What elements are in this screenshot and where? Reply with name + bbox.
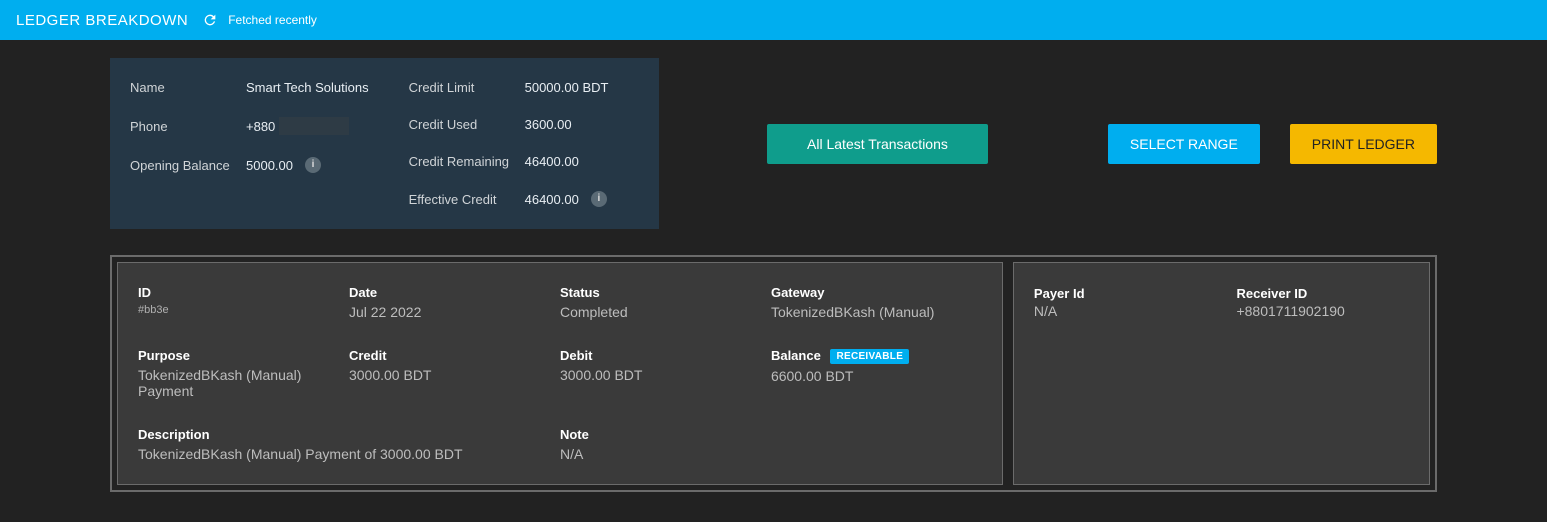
field-debit: Debit 3000.00 BDT <box>560 348 771 399</box>
field-debit-label: Debit <box>560 348 771 363</box>
summary-credit-remaining: Credit Remaining 46400.00 <box>409 154 635 169</box>
field-date-label: Date <box>349 285 560 300</box>
select-range-button[interactable]: SELECT RANGE <box>1108 124 1260 164</box>
summary-credit-used-value: 3600.00 <box>525 117 635 132</box>
summary-opening-balance-label: Opening Balance <box>130 158 246 173</box>
field-id-label: ID <box>138 285 349 300</box>
summary-credit-limit-value: 50000.00 BDT <box>525 80 635 95</box>
summary-credit-remaining-value: 46400.00 <box>525 154 635 169</box>
field-credit-value: 3000.00 BDT <box>349 367 560 383</box>
actions-area: All Latest Transactions SELECT RANGE PRI… <box>699 124 1437 164</box>
field-status-value: Completed <box>560 304 771 320</box>
phone-redacted-block <box>279 117 349 135</box>
summary-row: Name Smart Tech Solutions Phone +880 Ope… <box>110 58 1437 229</box>
field-description: Description TokenizedBKash (Manual) Paym… <box>138 427 560 462</box>
field-balance-label: Balance RECEIVABLE <box>771 348 982 364</box>
content: Name Smart Tech Solutions Phone +880 Ope… <box>0 40 1547 522</box>
field-balance: Balance RECEIVABLE 6600.00 BDT <box>771 348 982 399</box>
summary-name-value: Smart Tech Solutions <box>246 80 369 95</box>
print-ledger-button[interactable]: PRINT LEDGER <box>1290 124 1437 164</box>
fetch-status: Fetched recently <box>228 13 317 27</box>
parties-panel: Payer Id N/A Receiver ID +8801711902190 <box>1013 262 1430 485</box>
field-gateway: Gateway TokenizedBKash (Manual) <box>771 285 982 320</box>
refresh-icon[interactable] <box>202 12 218 28</box>
summary-phone-value: +880 <box>246 117 356 135</box>
details-wrap: ID #bb3e Date Jul 22 2022 Status Complet… <box>110 255 1437 492</box>
summary-credit-used-label: Credit Used <box>409 117 525 132</box>
transaction-row-2: Purpose TokenizedBKash (Manual) Payment … <box>138 348 982 399</box>
field-balance-label-text: Balance <box>771 348 821 363</box>
summary-name: Name Smart Tech Solutions <box>130 80 369 95</box>
summary-credit-limit-label: Credit Limit <box>409 80 525 95</box>
summary-phone-prefix: +880 <box>246 119 275 134</box>
field-payer: Payer Id N/A <box>1034 285 1207 319</box>
info-icon[interactable]: i <box>591 191 607 207</box>
summary-credit-remaining-label: Credit Remaining <box>409 154 525 169</box>
summary-opening-balance: Opening Balance 5000.00 i <box>130 157 369 173</box>
field-description-value: TokenizedBKash (Manual) Payment of 3000.… <box>138 446 560 462</box>
field-payer-label: Payer Id <box>1034 286 1085 301</box>
opening-balance-number: 5000.00 <box>246 158 293 173</box>
summary-effective-credit-label: Effective Credit <box>409 192 525 207</box>
field-note-value: N/A <box>560 446 771 462</box>
field-purpose-value: TokenizedBKash (Manual) Payment <box>138 367 349 399</box>
field-id-value: #bb3e <box>138 304 349 316</box>
page-title: LEDGER BREAKDOWN <box>16 12 188 29</box>
field-status: Status Completed <box>560 285 771 320</box>
info-icon[interactable]: i <box>305 157 321 173</box>
field-debit-value: 3000.00 BDT <box>560 367 771 383</box>
field-credit-label: Credit <box>349 348 560 363</box>
field-id: ID #bb3e <box>138 285 349 320</box>
field-spacer <box>771 427 982 462</box>
summary-effective-credit-value: 46400.00 i <box>525 191 635 207</box>
summary-col-right: Credit Limit 50000.00 BDT Credit Used 36… <box>409 80 635 207</box>
field-gateway-label: Gateway <box>771 285 982 300</box>
transaction-panel: ID #bb3e Date Jul 22 2022 Status Complet… <box>117 262 1003 485</box>
field-receiver-label: Receiver ID <box>1236 286 1307 301</box>
field-note-label: Note <box>560 427 771 442</box>
transaction-row-3: Description TokenizedBKash (Manual) Paym… <box>138 427 982 462</box>
summary-credit-used: Credit Used 3600.00 <box>409 117 635 132</box>
summary-name-label: Name <box>130 80 246 95</box>
header-bar: LEDGER BREAKDOWN Fetched recently <box>0 0 1547 40</box>
field-date-value: Jul 22 2022 <box>349 304 560 320</box>
field-receiver-value: +8801711902190 <box>1236 303 1409 319</box>
field-credit: Credit 3000.00 BDT <box>349 348 560 399</box>
field-purpose: Purpose TokenizedBKash (Manual) Payment <box>138 348 349 399</box>
summary-opening-balance-value: 5000.00 i <box>246 157 356 173</box>
field-description-label: Description <box>138 427 560 442</box>
field-date: Date Jul 22 2022 <box>349 285 560 320</box>
field-gateway-value: TokenizedBKash (Manual) <box>771 304 982 320</box>
all-latest-transactions-button[interactable]: All Latest Transactions <box>767 124 988 164</box>
field-receiver: Receiver ID +8801711902190 <box>1236 285 1409 319</box>
balance-badge: RECEIVABLE <box>830 349 909 364</box>
field-purpose-label: Purpose <box>138 348 349 363</box>
field-status-label: Status <box>560 285 771 300</box>
field-balance-value: 6600.00 BDT <box>771 368 982 384</box>
summary-card: Name Smart Tech Solutions Phone +880 Ope… <box>110 58 659 229</box>
summary-phone: Phone +880 <box>130 117 369 135</box>
parties-row: Payer Id N/A Receiver ID +8801711902190 <box>1034 285 1409 319</box>
effective-credit-number: 46400.00 <box>525 192 579 207</box>
transaction-row-1: ID #bb3e Date Jul 22 2022 Status Complet… <box>138 285 982 320</box>
field-payer-value: N/A <box>1034 303 1207 319</box>
field-note: Note N/A <box>560 427 771 462</box>
summary-phone-label: Phone <box>130 119 246 134</box>
summary-effective-credit: Effective Credit 46400.00 i <box>409 191 635 207</box>
summary-credit-limit: Credit Limit 50000.00 BDT <box>409 80 635 95</box>
summary-col-left: Name Smart Tech Solutions Phone +880 Ope… <box>130 80 369 207</box>
